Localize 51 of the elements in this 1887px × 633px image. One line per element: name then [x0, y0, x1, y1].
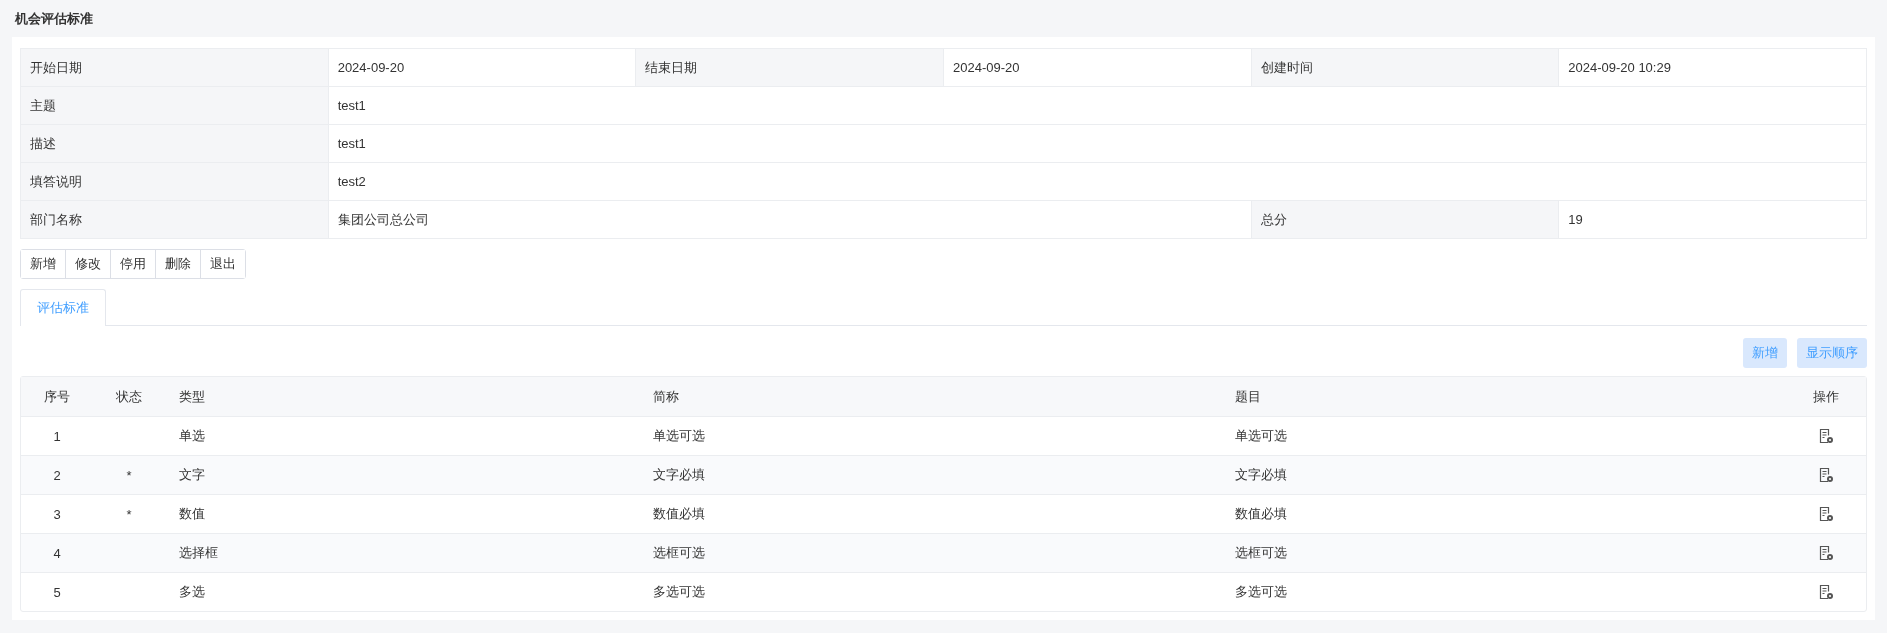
table-cell-text: 数值 — [178, 505, 206, 523]
field-value: 2024-09-20 — [943, 48, 1252, 87]
table-cell-text: 多选可选 — [1234, 583, 1288, 601]
table-cell-text: 3 — [52, 506, 62, 522]
table-cell-text: 数值必填 — [652, 505, 706, 523]
field-label: 创建时间 — [1251, 48, 1559, 87]
required-mark: * — [126, 506, 132, 522]
table-cell-text: 单选可选 — [652, 427, 706, 445]
table-cell-text: 5 — [52, 584, 62, 600]
table-cell-text: 多选 — [178, 583, 206, 601]
action-button[interactable]: 退出 — [200, 250, 245, 278]
table-cell-text: 选框可选 — [652, 544, 706, 562]
field-label: 开始日期 — [20, 48, 329, 87]
column-header: 序号 — [43, 387, 71, 406]
table-cell-text: 文字必填 — [1234, 466, 1288, 484]
table-cell-text: 多选可选 — [652, 583, 706, 601]
field-label: 填答说明 — [20, 162, 329, 201]
field-value: test1 — [328, 86, 1867, 125]
document-settings-icon[interactable] — [1818, 428, 1834, 444]
document-settings-icon[interactable] — [1818, 584, 1834, 600]
table-cell-text: 选框可选 — [1234, 544, 1288, 562]
field-value: 集团公司总公司 — [328, 200, 1252, 239]
field-value: test1 — [328, 124, 1867, 163]
table-cell-text: 2 — [52, 467, 62, 483]
table-cell-text: 文字 — [178, 466, 206, 484]
field-label: 部门名称 — [20, 200, 329, 239]
column-header: 简称 — [652, 387, 680, 406]
table-cell-text: 单选可选 — [1234, 427, 1288, 445]
table-cell-text: 选择框 — [178, 544, 219, 562]
column-header: 操作 — [1812, 387, 1840, 406]
table-cell-text: 4 — [52, 545, 62, 561]
field-label: 总分 — [1251, 200, 1559, 239]
field-label: 描述 — [20, 124, 329, 163]
field-label: 结束日期 — [635, 48, 944, 87]
page-title: 机会评估标准 — [13, 10, 94, 28]
field-value: 19 — [1558, 200, 1867, 239]
table-cell-text: 文字必填 — [652, 466, 706, 484]
document-settings-icon[interactable] — [1818, 545, 1834, 561]
required-mark: * — [126, 467, 132, 483]
field-value: 2024-09-20 — [328, 48, 636, 87]
field-value: test2 — [328, 162, 1867, 201]
column-header: 状态 — [115, 387, 143, 406]
document-settings-icon[interactable] — [1818, 506, 1834, 522]
column-header: 类型 — [178, 387, 206, 406]
field-label: 主题 — [20, 86, 329, 125]
document-settings-icon[interactable] — [1818, 467, 1834, 483]
column-header: 题目 — [1234, 387, 1262, 406]
field-value: 2024-09-20 10:29 — [1558, 48, 1867, 87]
table-cell-text: 单选 — [178, 427, 206, 445]
table-cell-text: 1 — [52, 428, 62, 444]
table-cell-text: 数值必填 — [1234, 505, 1288, 523]
